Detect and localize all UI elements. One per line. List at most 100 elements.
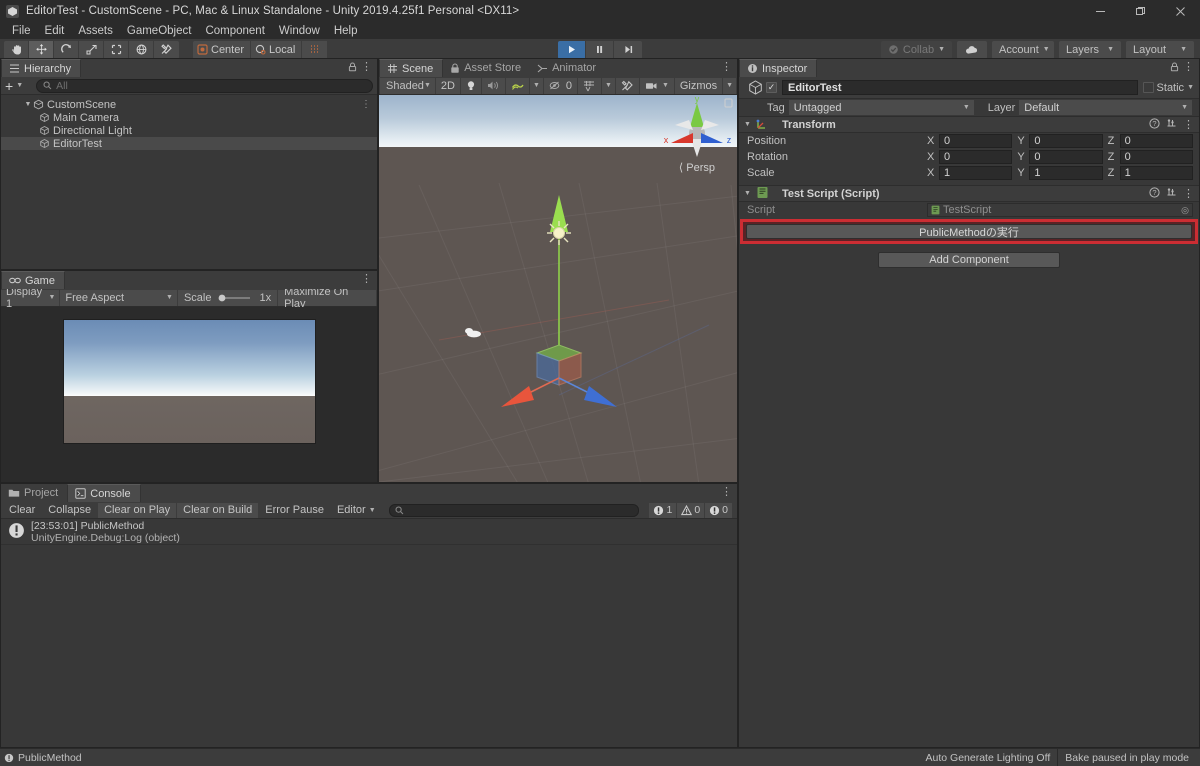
layer-dropdown[interactable]: Default ▼ [1019, 100, 1192, 115]
transform-tool-button[interactable] [129, 41, 154, 59]
console-editor-dropdown[interactable]: Editor ▼ [331, 503, 382, 518]
tag-dropdown[interactable]: Untagged ▼ [789, 100, 974, 115]
help-icon[interactable]: ? [1149, 118, 1160, 132]
tab-game[interactable]: Game [1, 271, 65, 289]
help-icon[interactable]: ? [1149, 187, 1160, 201]
scene-2d-toggle[interactable]: 2D [436, 78, 460, 94]
hierarchy-item-editortest[interactable]: EditorTest [1, 137, 377, 150]
scale-slider-track[interactable] [216, 293, 254, 303]
minimize-button[interactable] [1080, 0, 1120, 22]
preset-icon[interactable] [1166, 187, 1177, 201]
add-component-button[interactable]: Add Component [878, 252, 1060, 268]
object-picker-icon[interactable]: ◎ [1181, 205, 1189, 216]
scene-component-tools-button[interactable] [616, 78, 639, 94]
scale-tool-button[interactable] [79, 41, 104, 59]
console-options-icon[interactable]: ⋮ [721, 486, 732, 498]
component-options-icon[interactable]: ⋮ [1183, 118, 1194, 131]
grid-snap-button[interactable] [302, 41, 328, 59]
cloud-button[interactable] [957, 41, 987, 59]
menu-edit[interactable]: Edit [38, 24, 72, 38]
inspector-options-icon[interactable]: ⋮ [1183, 61, 1194, 73]
lock-icon[interactable] [1170, 62, 1179, 75]
gameobject-icon[interactable] [744, 77, 766, 99]
scene-camera-settings-button[interactable]: ▼ [640, 78, 674, 94]
menu-assets[interactable]: Assets [71, 24, 120, 38]
scene-grid-toggle[interactable] [578, 78, 601, 94]
scene-lighting-toggle[interactable] [461, 78, 481, 94]
tab-scene[interactable]: Scene [379, 59, 443, 77]
console-clear-on-play-toggle[interactable]: Clear on Play [98, 503, 176, 518]
rect-tool-button[interactable] [104, 41, 129, 59]
add-gameobject-button[interactable]: + [5, 80, 13, 92]
gameobject-name-input[interactable]: EditorTest [782, 80, 1138, 95]
scene-options-icon[interactable]: ⋮ [361, 99, 371, 110]
account-button[interactable]: Account ▼ [992, 41, 1054, 59]
position-x-input[interactable]: 0 [939, 134, 1012, 148]
rotation-y-input[interactable]: 0 [1029, 150, 1102, 164]
menu-help[interactable]: Help [327, 24, 365, 38]
chevron-down-icon[interactable]: ▼ [1187, 84, 1194, 91]
hand-tool-button[interactable] [4, 41, 29, 59]
menu-window[interactable]: Window [272, 24, 327, 38]
scene-gizmos-button[interactable]: Gizmos [675, 78, 722, 94]
preset-icon[interactable] [1166, 118, 1177, 132]
warning-count[interactable]: 0 [677, 503, 704, 518]
console-search-input[interactable] [389, 504, 639, 517]
script-object-field[interactable]: TestScript ◎ [927, 203, 1193, 217]
custom-editor-tool-button[interactable] [154, 41, 179, 59]
component-options-icon[interactable]: ⋮ [1183, 187, 1194, 200]
scale-z-input[interactable]: 1 [1120, 166, 1193, 180]
scale-x-input[interactable]: 1 [939, 166, 1012, 180]
tab-console[interactable]: Console [67, 484, 140, 502]
transform-component-header[interactable]: ▼ Transform ? ⋮ [739, 116, 1199, 133]
scene-view[interactable]: y x z ⟨ Persp [379, 95, 737, 482]
layout-button[interactable]: Layout ▼ [1126, 41, 1194, 59]
console-log-entry[interactable]: [23:53:01] PublicMethod UnityEngine.Debu… [1, 519, 737, 545]
rotation-z-input[interactable]: 0 [1120, 150, 1193, 164]
pivot-mode-button[interactable]: Center [193, 41, 251, 59]
hierarchy-options-icon[interactable]: ⋮ [361, 61, 372, 73]
scene-grid-dropdown[interactable]: ▼ [602, 78, 615, 94]
scene-effects-dropdown[interactable]: ▼ [530, 78, 543, 94]
rotation-x-input[interactable]: 0 [939, 150, 1012, 164]
testscript-component-header[interactable]: ▼ Test Script (Script) ? ⋮ [739, 185, 1199, 202]
tab-hierarchy[interactable]: Hierarchy [1, 59, 81, 77]
hierarchy-item-directional-light[interactable]: Directional Light [1, 124, 377, 137]
game-view[interactable] [1, 307, 377, 482]
static-toggle[interactable]: Static ▼ [1143, 82, 1194, 94]
maximize-button[interactable] [1120, 0, 1160, 22]
maximize-on-play-button[interactable]: Maximize On Play [278, 290, 376, 306]
scene-effects-toggle[interactable] [506, 78, 529, 94]
chevron-down-icon[interactable]: ▼ [16, 82, 23, 89]
status-message[interactable]: PublicMethod [18, 752, 82, 764]
lock-icon[interactable] [348, 62, 357, 75]
expand-arrow-icon[interactable]: ▼ [23, 101, 33, 108]
scene-hidden-objects-toggle[interactable]: 0 [544, 78, 577, 94]
game-display-dropdown[interactable]: Display 1 ▼ [1, 290, 59, 306]
publicmethod-execute-button[interactable]: PublicMethodの実行 [746, 224, 1192, 239]
scene-shading-dropdown[interactable]: Shaded ▼ [380, 78, 435, 94]
game-options-icon[interactable]: ⋮ [361, 273, 372, 285]
static-checkbox[interactable] [1143, 82, 1154, 93]
scene-gizmos-dropdown[interactable]: ▼ [723, 78, 736, 94]
position-y-input[interactable]: 0 [1029, 134, 1102, 148]
tab-project[interactable]: Project [1, 484, 67, 502]
collapse-arrow-icon[interactable]: ▼ [744, 121, 751, 128]
console-error-pause-toggle[interactable]: Error Pause [259, 503, 330, 518]
menu-component[interactable]: Component [198, 24, 271, 38]
step-button[interactable] [614, 41, 642, 59]
rotate-tool-button[interactable] [54, 41, 79, 59]
hierarchy-search-input[interactable]: All [36, 79, 373, 93]
console-clear-on-build-toggle[interactable]: Clear on Build [177, 503, 258, 518]
gameobject-enabled-checkbox[interactable]: ✓ [766, 82, 777, 93]
close-button[interactable] [1160, 0, 1200, 22]
tab-asset-store[interactable]: Asset Store [443, 59, 530, 77]
game-scale-slider[interactable]: Scale 1x [178, 290, 277, 306]
layers-button[interactable]: Layers ▼ [1059, 41, 1121, 59]
collapse-arrow-icon[interactable]: ▼ [744, 190, 751, 197]
scene-options-icon[interactable]: ⋮ [721, 61, 732, 73]
menu-file[interactable]: File [5, 24, 38, 38]
position-z-input[interactable]: 0 [1120, 134, 1193, 148]
tab-inspector[interactable]: Inspector [739, 59, 817, 77]
tab-animator[interactable]: Animator [530, 59, 605, 77]
